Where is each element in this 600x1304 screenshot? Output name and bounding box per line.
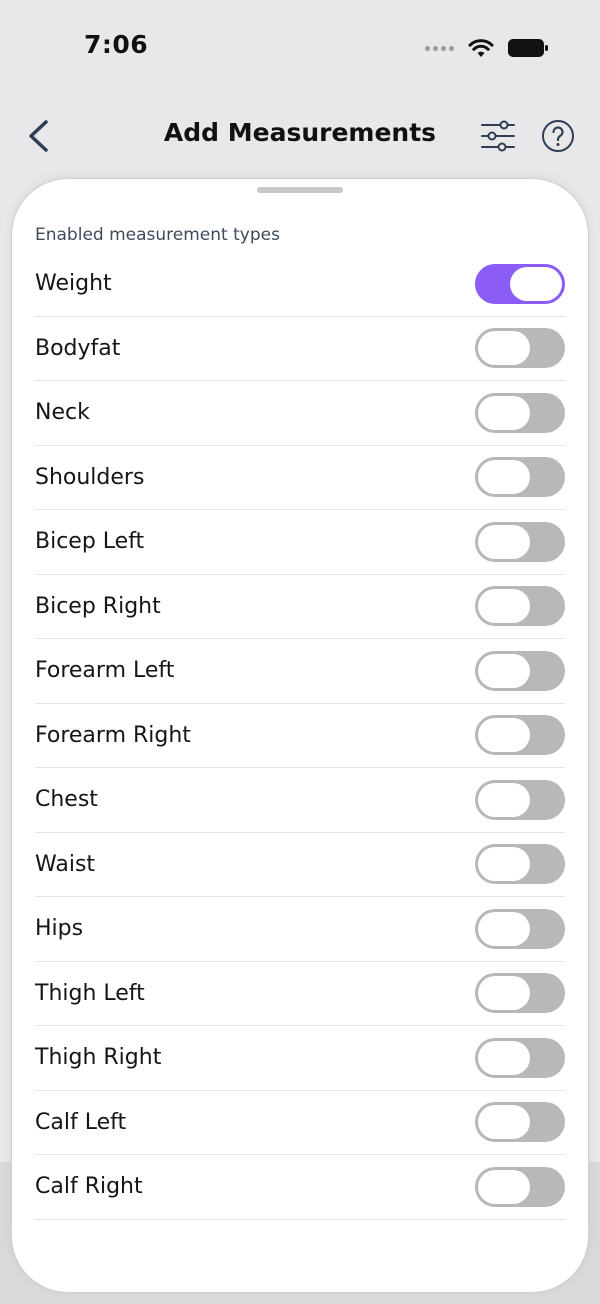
toggle-switch[interactable] [475,1166,565,1207]
switch-knob [478,1040,530,1075]
nav-bar: Add Measurements [0,96,600,180]
toggle-row-forearm-right[interactable]: Forearm Right [35,704,565,768]
toggle-row-bicep-left[interactable]: Bicep Left [35,510,565,575]
toggle-switch[interactable] [475,715,565,756]
status-bar: 7:06 [0,0,600,96]
toggle-label: Thigh Left [35,980,145,1006]
toggle-switch[interactable] [475,908,565,949]
switch-knob [478,718,530,753]
wifi-icon [468,39,494,57]
switch-knob [478,589,530,624]
toggle-label: Bicep Right [35,593,161,619]
switch-knob [478,395,530,430]
signal-dots-icon [425,45,454,51]
section-label: Enabled measurement types [35,225,280,245]
toggle-switch[interactable] [475,1037,565,1078]
toggle-label: Bicep Left [35,529,145,555]
toggle-switch[interactable] [475,650,565,691]
battery-icon [508,39,548,57]
toggle-label: Calf Left [35,1109,127,1135]
toggle-row-weight[interactable]: Weight [35,252,565,317]
toggle-row-bodyfat[interactable]: Bodyfat [35,317,565,381]
status-icons [425,36,548,60]
switch-knob [478,782,530,817]
switch-knob [478,911,530,946]
switch-knob [478,331,530,366]
toggle-switch[interactable] [475,263,565,304]
measurement-toggle-list: Weight Bodyfat Neck Shoulders Bicep Left… [35,252,565,1220]
switch-knob [478,460,530,495]
switch-knob [478,976,530,1011]
sliders-icon [481,120,515,152]
toggle-switch[interactable] [475,328,565,369]
toggle-row-forearm-left[interactable]: Forearm Left [35,639,565,704]
toggle-switch[interactable] [475,521,565,562]
toggle-label: Chest [35,787,98,813]
toggle-row-shoulders[interactable]: Shoulders [35,446,565,510]
toggle-switch[interactable] [475,1102,565,1143]
toggle-row-waist[interactable]: Waist [35,833,565,897]
switch-knob [478,653,530,688]
toggle-label: Neck [35,400,90,426]
switch-knob [478,847,530,882]
toggle-row-calf-right[interactable]: Calf Right [35,1155,565,1220]
toggle-label: Forearm Right [35,722,191,748]
toggle-switch[interactable] [475,586,565,627]
toggle-row-hips[interactable]: Hips [35,897,565,962]
measurement-types-sheet: Enabled measurement types Weight Bodyfat… [12,179,588,1292]
toggle-label: Waist [35,851,96,877]
switch-knob [478,1169,530,1204]
toggle-row-thigh-left[interactable]: Thigh Left [35,962,565,1026]
toggle-switch[interactable] [475,779,565,820]
toggle-switch[interactable] [475,973,565,1014]
toggle-label: Thigh Right [35,1045,162,1071]
toggle-row-bicep-right[interactable]: Bicep Right [35,575,565,639]
toggle-row-chest[interactable]: Chest [35,768,565,833]
toggle-row-neck[interactable]: Neck [35,381,565,446]
switch-knob [510,266,562,301]
question-circle-icon [542,120,574,152]
toggle-switch[interactable] [475,392,565,433]
toggle-label: Weight [35,271,112,297]
toggle-label: Bodyfat [35,335,121,361]
toggle-label: Shoulders [35,464,145,490]
toggle-label: Hips [35,916,84,942]
help-button[interactable] [538,116,578,156]
toggle-row-thigh-right[interactable]: Thigh Right [35,1026,565,1091]
toggle-row-calf-left[interactable]: Calf Left [35,1091,565,1155]
switch-knob [478,1105,530,1140]
status-time: 7:06 [84,30,149,59]
toggle-switch[interactable] [475,457,565,498]
sheet-grabber[interactable] [257,187,343,193]
toggle-switch[interactable] [475,844,565,885]
switch-knob [478,524,530,559]
toggle-label: Calf Right [35,1174,143,1200]
toggle-label: Forearm Left [35,658,175,684]
filter-button[interactable] [478,116,518,156]
